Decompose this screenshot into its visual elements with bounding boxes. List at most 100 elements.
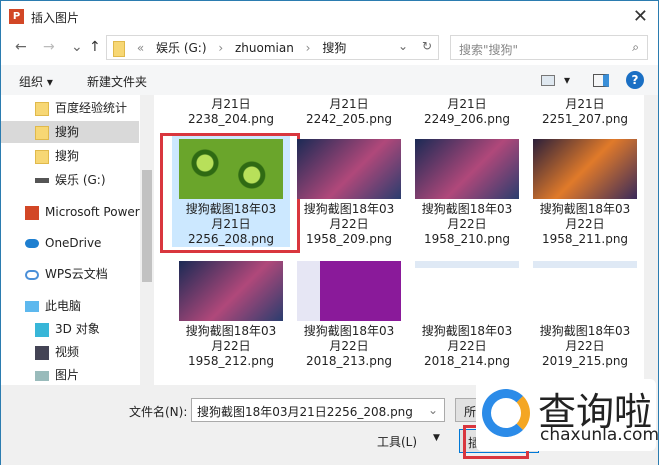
view-dropdown[interactable]: ▾ <box>564 73 570 87</box>
sidebar-item-this-pc[interactable]: 此电脑 <box>1 295 139 317</box>
file-item[interactable]: 搜狗截图18年03 月22日 1958_210.png <box>408 135 526 247</box>
thumbnail-game-fire <box>533 139 637 199</box>
breadcrumb-sougou[interactable]: 搜狗 <box>322 41 346 55</box>
file-name-line: 月22日 <box>447 339 487 353</box>
file-item[interactable]: 搜狗截图18年03 月22日 1958_209.png <box>290 135 408 247</box>
insert-picture-dialog: P 插入图片 ✕ ← → ⌄ ↑ « 娱乐 (G:) › zhuomian › … <box>0 0 659 465</box>
file-name-line: 1958_209.png <box>305 232 393 246</box>
refresh-icon[interactable]: ↻ <box>422 39 432 53</box>
file-item[interactable]: 月21日 2251_207.png <box>526 97 644 127</box>
sidebar-item-label: 搜狗 <box>55 149 80 163</box>
sidebar-item-drive-g[interactable]: 娱乐 (G:) <box>1 169 139 191</box>
help-button[interactable]: ? <box>626 71 644 89</box>
sidebar-item-baidu[interactable]: 百度经验统计 <box>1 97 139 119</box>
sidebar-item-label: 图片 <box>55 368 80 382</box>
file-name-line: 2018_214.png <box>423 354 511 368</box>
search-placeholder: 搜索"搜狗" <box>459 43 519 57</box>
file-item[interactable]: 搜狗截图18年03 月22日 1958_211.png <box>526 135 644 247</box>
file-name-line: 月21日 <box>211 97 251 111</box>
sidebar-item-pictures[interactable]: 图片 <box>1 364 139 385</box>
file-name-line: 月21日 <box>329 97 369 111</box>
file-name-line: 2242_205.png <box>305 112 393 126</box>
breadcrumb-separator: › <box>218 41 224 55</box>
tools-dropdown-icon[interactable]: ▼ <box>433 433 440 443</box>
file-item[interactable]: 月21日 2242_205.png <box>290 97 408 127</box>
file-item[interactable]: 月21日 2249_206.png <box>408 97 526 127</box>
sidebar-item-sougou[interactable]: 搜狗 <box>1 145 139 167</box>
preview-pane-icon[interactable] <box>593 74 609 87</box>
file-name-line: 搜狗截图18年03 <box>185 324 277 338</box>
breadcrumb-drive[interactable]: 娱乐 (G:) <box>156 41 207 55</box>
filename-label: 文件名(N): <box>129 405 188 419</box>
powerpoint-icon <box>25 205 39 220</box>
thumbnail-game <box>415 139 519 199</box>
cloud-icon <box>25 239 39 248</box>
sidebar-scrollbar[interactable] <box>140 95 154 385</box>
sidebar-item-videos[interactable]: 视频 <box>1 341 139 363</box>
file-name-line: 月22日 <box>565 339 605 353</box>
navigation-pane: 百度经验统计 搜狗 搜狗 娱乐 (G:) Microsoft Power One… <box>1 95 154 385</box>
file-item[interactable]: 月21日 2238_204.png <box>172 97 290 127</box>
sidebar-item-label: 百度经验统计 <box>55 101 128 115</box>
file-name-line: 月22日 <box>329 217 369 231</box>
thumbnail-game <box>297 139 401 199</box>
forward-button[interactable]: → <box>43 39 55 55</box>
watermark: 查询啦 chaxunla.com <box>476 379 659 451</box>
tools-menu[interactable]: 工具(L) <box>377 433 417 450</box>
file-item[interactable]: 搜狗截图18年03 月22日 2019_215.png <box>526 257 644 369</box>
thumbnail-game <box>179 261 283 321</box>
file-name-line: 月22日 <box>565 217 605 231</box>
sidebar-item-label: Microsoft Power <box>45 205 140 219</box>
file-name-line: 1958_210.png <box>423 232 511 246</box>
file-name-line: 搜狗截图18年03 <box>539 202 631 216</box>
view-icon[interactable] <box>541 75 555 86</box>
organize-menu[interactable]: 组织 ▾ <box>19 73 53 90</box>
window-title: 插入图片 <box>31 11 80 25</box>
recent-locations-button[interactable]: ⌄ <box>71 39 83 55</box>
thumbnail-purple <box>297 261 401 321</box>
file-grid-scrollbar[interactable] <box>644 95 658 385</box>
file-name-line: 2249_206.png <box>423 112 511 126</box>
sidebar-item-label: 视频 <box>55 345 80 359</box>
back-button[interactable]: ← <box>15 39 27 55</box>
new-folder-button[interactable]: 新建文件夹 <box>87 73 147 90</box>
sidebar-item-label: 娱乐 (G:) <box>55 173 106 187</box>
file-item[interactable]: 搜狗截图18年03 月22日 1958_212.png <box>172 257 290 369</box>
file-name-line: 搜狗截图18年03 <box>303 202 395 216</box>
file-item[interactable]: 搜狗截图18年03 月22日 2018_213.png <box>290 257 408 369</box>
breadcrumb-separator: › <box>305 41 311 55</box>
file-name-line: 1958_212.png <box>187 354 275 368</box>
folder-icon <box>113 40 125 57</box>
sidebar-item-powerpoint[interactable]: Microsoft Power <box>1 201 140 223</box>
watermark-logo-icon <box>482 389 530 437</box>
computer-icon <box>25 301 39 312</box>
scrollbar-thumb[interactable] <box>142 170 152 282</box>
file-name-line: 月21日 <box>565 97 605 111</box>
sidebar-item-label: OneDrive <box>45 236 102 250</box>
file-name-line: 搜狗截图18年03 <box>421 202 513 216</box>
file-name-line: 月22日 <box>447 217 487 231</box>
breadcrumb-zhuomian[interactable]: zhuomian <box>235 41 294 55</box>
drive-icon <box>35 178 49 183</box>
watermark-url: chaxunla.com <box>540 425 659 445</box>
address-bar[interactable]: « 娱乐 (G:) › zhuomian › 搜狗 ⌄ ↻ <box>106 35 439 60</box>
address-dropdown[interactable]: ⌄ <box>398 39 408 53</box>
file-name-line: 月22日 <box>211 339 251 353</box>
file-name-line: 月21日 <box>447 97 487 111</box>
search-input[interactable]: 搜索"搜狗" ⌕ <box>450 35 648 60</box>
powerpoint-icon: P <box>9 9 24 24</box>
folder-icon <box>35 101 49 116</box>
file-item[interactable]: 搜狗截图18年03 月22日 2018_214.png <box>408 257 526 369</box>
close-button[interactable]: ✕ <box>633 6 648 27</box>
sidebar-item-3d[interactable]: 3D 对象 <box>1 318 139 340</box>
file-name-line: 月22日 <box>329 339 369 353</box>
overflow-chevron[interactable]: « <box>137 41 144 55</box>
sidebar-item-label: 搜狗 <box>55 125 80 139</box>
file-name-line: 2251_207.png <box>541 112 629 126</box>
sidebar-item-onedrive[interactable]: OneDrive <box>1 232 139 254</box>
thumbnail-window <box>415 261 519 321</box>
sidebar-item-wps[interactable]: WPS云文档 <box>1 263 139 285</box>
up-button[interactable]: ↑ <box>89 39 101 55</box>
sidebar-item-sougou-selected[interactable]: 搜狗 <box>1 121 139 143</box>
filename-input[interactable]: 搜狗截图18年03月21日2256_208.png ⌄ <box>191 398 445 422</box>
